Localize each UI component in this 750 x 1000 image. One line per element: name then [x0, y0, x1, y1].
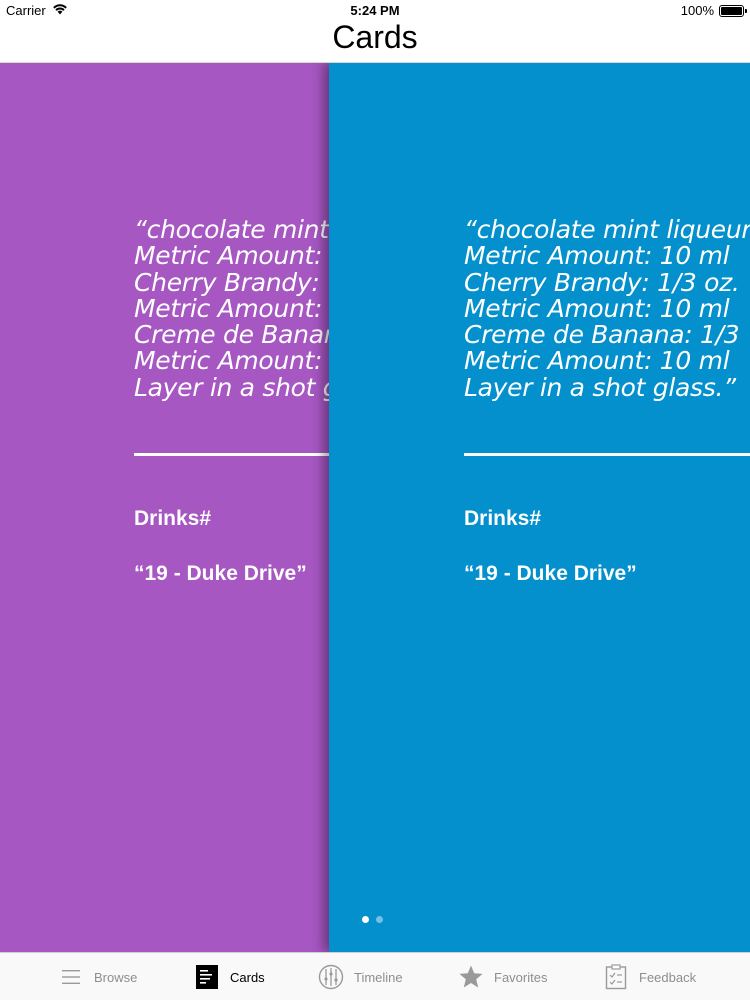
recipe-line: Metric Amount:	[134, 293, 323, 323]
tab-feedback[interactable]: Feedback	[603, 953, 696, 1000]
timeline-icon	[318, 964, 344, 990]
recipe-line: Metric Amount:	[134, 346, 323, 376]
tab-label: Timeline	[354, 969, 403, 985]
tab-label: Cards	[230, 969, 265, 985]
star-icon	[458, 964, 484, 990]
recipe-line: Creme de Banan	[134, 320, 330, 350]
tab-bar: Browse Cards Timeline Favorites Feedback	[0, 952, 750, 1000]
card-category: Drinks#	[464, 507, 542, 530]
navigation-bar: Cards	[0, 19, 750, 63]
cards-icon	[194, 964, 220, 990]
recipe-line: “chocolate mint liqueur:	[464, 215, 750, 244]
page-dot[interactable]	[362, 916, 369, 923]
recipe-line: Creme de Banana: 1/3	[464, 320, 740, 350]
list-icon	[58, 964, 84, 990]
battery-fill	[721, 6, 742, 15]
card-category: Drinks#	[134, 507, 212, 530]
card-divider	[464, 453, 750, 456]
page-control[interactable]	[362, 916, 383, 923]
tab-favorites[interactable]: Favorites	[458, 953, 547, 1000]
recipe-line: Cherry Brandy: 1/3 oz.	[464, 267, 740, 297]
drink-card-back[interactable]: “chocolate mint Metric Amount: Cherry Br…	[0, 63, 330, 952]
status-time: 5:24 PM	[350, 3, 400, 18]
cards-carousel[interactable]: “chocolate mint Metric Amount: Cherry Br…	[0, 63, 750, 952]
recipe-line: Metric Amount: 10 ml	[464, 293, 730, 323]
status-right: 100%	[680, 3, 747, 18]
tab-browse[interactable]: Browse	[58, 953, 137, 1000]
tab-cards[interactable]: Cards	[194, 953, 265, 1000]
tab-label: Feedback	[639, 969, 697, 985]
recipe-line: “chocolate mint	[134, 215, 329, 244]
recipe-line: Layer in a shot glass.”	[464, 372, 736, 402]
card-recipe-text: “chocolate mint liqueur: Metric Amount: …	[464, 215, 750, 402]
battery-icon	[719, 4, 747, 17]
page-title: Cards	[332, 19, 418, 55]
card-divider	[134, 453, 330, 456]
card-recipe-text: “chocolate mint Metric Amount: Cherry Br…	[134, 215, 330, 402]
tab-label: Browse	[94, 969, 138, 985]
clipboard-icon	[603, 964, 629, 990]
card-drink-name: “19 - Duke Drive”	[464, 562, 637, 585]
recipe-line: Metric Amount:	[134, 241, 323, 271]
recipe-line: Cherry Brandy:	[134, 267, 320, 297]
recipe-line: Metric Amount: 10 ml	[464, 346, 730, 376]
tab-label: Favorites	[494, 969, 548, 985]
battery-percent: 100%	[680, 3, 714, 18]
recipe-line: Layer in a shot g	[134, 372, 330, 402]
card-drink-name: “19 - Duke Drive”	[134, 562, 307, 585]
page-dot[interactable]	[376, 916, 383, 923]
drink-card-front[interactable]: “chocolate mint liqueur: Metric Amount: …	[329, 63, 750, 952]
recipe-line: Metric Amount: 10 ml	[464, 241, 730, 271]
tab-timeline[interactable]: Timeline	[318, 953, 403, 1000]
